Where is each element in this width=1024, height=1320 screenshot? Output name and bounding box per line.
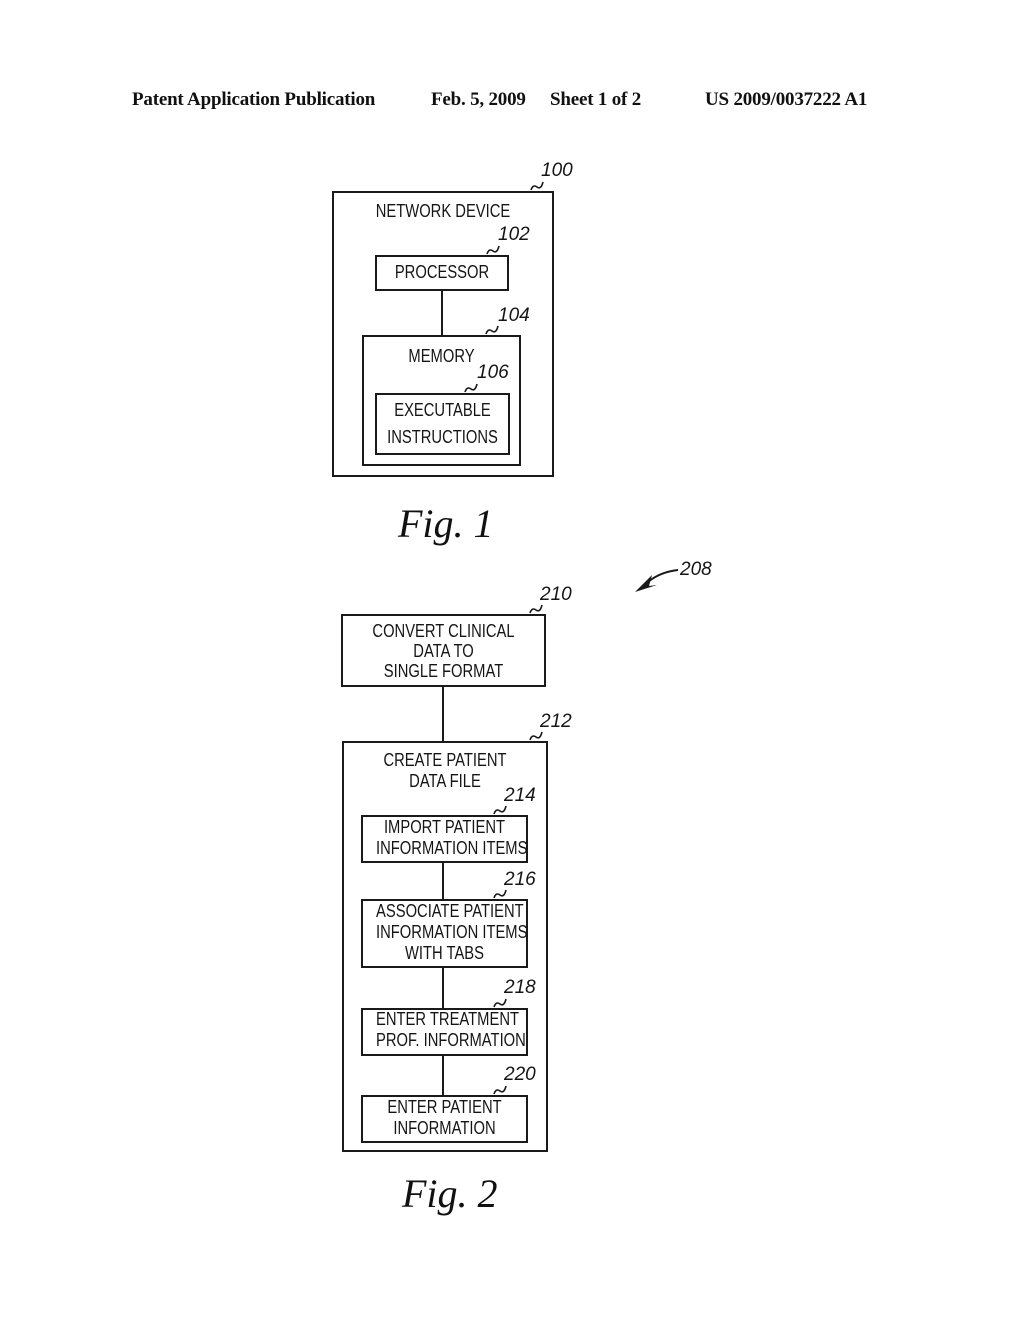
publication-type: Patent Application Publication: [132, 89, 376, 110]
step-218-line-1: ENTER TREATMENT: [376, 1009, 519, 1029]
ref-100: 100: [541, 160, 573, 181]
instructions-line-1: EXECUTABLE: [394, 400, 491, 420]
ref-208: 208: [680, 559, 712, 580]
ref-104: 104: [498, 305, 530, 326]
ref-210: 210: [540, 584, 572, 605]
step-216-line-1: ASSOCIATE PATIENT: [376, 901, 524, 921]
connector-214-216: [442, 863, 444, 899]
step-218-line-2: PROF. INFORMATION: [376, 1030, 526, 1050]
ref-218: 218: [504, 977, 536, 998]
step-210-line-3: SINGLE FORMAT: [383, 661, 504, 681]
figure-1-caption: Fig. 1: [398, 501, 494, 546]
leader-100: [530, 181, 544, 191]
ref-220: 220: [504, 1064, 536, 1085]
publication-date: Feb. 5, 2009: [431, 89, 526, 110]
patent-number: US 2009/0037222 A1: [705, 89, 868, 110]
step-210-line-2: DATA TO: [413, 641, 474, 661]
ref-106: 106: [477, 362, 509, 383]
arrow-208-icon: [635, 569, 679, 592]
connector-210-212: [442, 687, 444, 741]
step-220-line-1: ENTER PATIENT: [387, 1097, 502, 1117]
figure-2-caption: Fig. 2: [402, 1171, 498, 1216]
connector-218-220: [442, 1056, 444, 1095]
leader-212: [529, 731, 543, 741]
step-220-line-2: INFORMATION: [393, 1118, 496, 1138]
ref-216: 216: [504, 869, 536, 890]
step-212-line-1: CREATE PATIENT: [383, 750, 507, 770]
connector-216-218: [442, 968, 444, 1008]
step-216-line-3: WITH TABS: [404, 943, 485, 963]
step-216-line-2: INFORMATION ITEMS: [376, 922, 528, 942]
processor-memory-connector: [441, 291, 443, 335]
ref-212: 212: [540, 711, 572, 732]
ref-102: 102: [498, 224, 530, 245]
instructions-line-2: INSTRUCTIONS: [387, 427, 498, 447]
network-device-label: NETWORK DEVICE: [375, 201, 511, 221]
leader-210: [529, 604, 543, 614]
ref-214: 214: [504, 785, 536, 806]
step-210-line-1: CONVERT CLINICAL: [372, 621, 515, 641]
step-214-line-1: IMPORT PATIENT: [383, 817, 506, 837]
step-214-line-2: INFORMATION ITEMS: [376, 838, 528, 858]
processor-label: PROCESSOR: [394, 262, 490, 282]
sheet-number: Sheet 1 of 2: [550, 89, 642, 110]
